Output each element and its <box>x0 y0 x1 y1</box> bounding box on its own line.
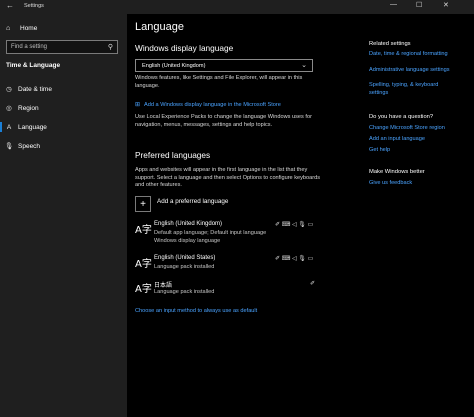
language-name: 日本語 <box>154 283 173 289</box>
language-status-secondary: Windows display language <box>154 238 221 244</box>
clock-icon: ◷ <box>6 86 12 93</box>
sidebar-item-label: Home <box>20 25 38 32</box>
home-icon: ⌂ <box>6 25 11 32</box>
sidebar-item-speech[interactable]: 🎙 Speech <box>0 137 127 155</box>
related-link-admin-language[interactable]: Administrative language settings <box>369 67 474 75</box>
page-title: Language <box>135 21 184 33</box>
language-name: English (United Kingdom) <box>154 221 223 227</box>
search-input[interactable]: Find a setting ⚲ <box>6 40 118 54</box>
search-placeholder: Find a setting <box>11 44 48 50</box>
maximize-icon[interactable]: ☐ <box>416 1 422 9</box>
store-link-label: Add a Windows display language in the Mi… <box>144 101 281 108</box>
sidebar-item-label: Region <box>18 104 39 112</box>
back-arrow-icon[interactable]: ← <box>6 1 14 10</box>
add-language-label: Add a preferred language <box>157 197 229 205</box>
related-link-spelling[interactable]: Spelling, typing, & keyboard settings <box>369 82 459 97</box>
language-status: Language pack installed <box>154 264 215 270</box>
related-panel: Related settings Date, time & regional f… <box>369 41 474 188</box>
search-icon[interactable]: ⚲ <box>108 43 113 51</box>
display-language-value: English (United Kingdom) <box>142 63 206 69</box>
question-link-store-region[interactable]: Change Microsoft Store region <box>369 125 474 133</box>
language-status: Language pack installed <box>154 289 215 295</box>
language-glyph-icon: A字 <box>135 259 152 270</box>
preferred-languages-description: Apps and websites will appear in the fir… <box>135 167 321 189</box>
minimize-icon[interactable]: — <box>390 1 397 8</box>
sidebar-section-title: Time & Language <box>6 62 61 69</box>
preferred-languages-heading: Preferred languages <box>135 150 211 160</box>
related-settings-heading: Related settings <box>369 41 411 47</box>
microphone-icon: 🎙 <box>4 143 14 150</box>
globe-icon: ◎ <box>6 105 12 112</box>
sidebar-item-language[interactable]: A Language <box>0 118 127 136</box>
sidebar-item-label: Language <box>18 123 47 131</box>
question-heading: Do you have a question? <box>369 114 434 121</box>
question-link-get-help[interactable]: Get help <box>369 147 474 155</box>
input-method-link[interactable]: Choose an input method to always use as … <box>135 308 257 314</box>
language-name: English (United States) <box>154 255 216 261</box>
display-language-heading: Windows display language <box>135 43 234 53</box>
feedback-link[interactable]: Give us feedback <box>369 180 474 188</box>
display-language-select[interactable]: English (United Kingdom) ⌄ <box>135 59 313 72</box>
sidebar-item-region[interactable]: ◎ Region <box>0 99 127 117</box>
store-icon: ⊞ <box>135 102 141 108</box>
language-feature-icons: ✐ <box>310 281 316 287</box>
question-link-input-language[interactable]: Add an input language <box>369 136 474 144</box>
language-icon: A <box>6 123 12 131</box>
lxp-description: Use Local Experience Packs to change the… <box>135 114 312 128</box>
plus-icon: + <box>135 196 151 212</box>
language-glyph-icon: A字 <box>135 284 152 295</box>
language-feature-icons: ✐ ⌨ ◁ 🎙 ▭ <box>275 256 314 262</box>
sidebar-item-label: Speech <box>18 142 41 150</box>
add-language-button[interactable]: + Add a preferred language <box>135 196 228 212</box>
store-language-link[interactable]: ⊞ Add a Windows display language in the … <box>135 101 281 109</box>
language-feature-icons: ✐ ⌨ ◁ 🎙 ▭ <box>275 222 314 228</box>
language-status: Default app language; Default input lang… <box>154 230 267 236</box>
make-windows-better-heading: Make Windows better <box>369 169 425 176</box>
related-link-date-time[interactable]: Date, time & regional formatting <box>369 51 474 59</box>
sidebar-item-home[interactable]: ⌂ Home <box>6 25 37 32</box>
display-language-description: Windows features, like Settings and File… <box>135 75 303 89</box>
window-title: Settings <box>24 3 44 9</box>
language-glyph-icon: A字 <box>135 225 152 236</box>
sidebar-item-date-time[interactable]: ◷ Date & time <box>0 80 127 98</box>
close-icon[interactable]: ✕ <box>443 1 449 9</box>
sidebar: ⌂ Home Find a setting ⚲ Time & Language … <box>0 14 127 417</box>
sidebar-item-label: Date & time <box>18 85 52 93</box>
title-bar: ← Settings — ☐ ✕ <box>0 0 474 14</box>
chevron-down-icon: ⌄ <box>301 62 307 69</box>
